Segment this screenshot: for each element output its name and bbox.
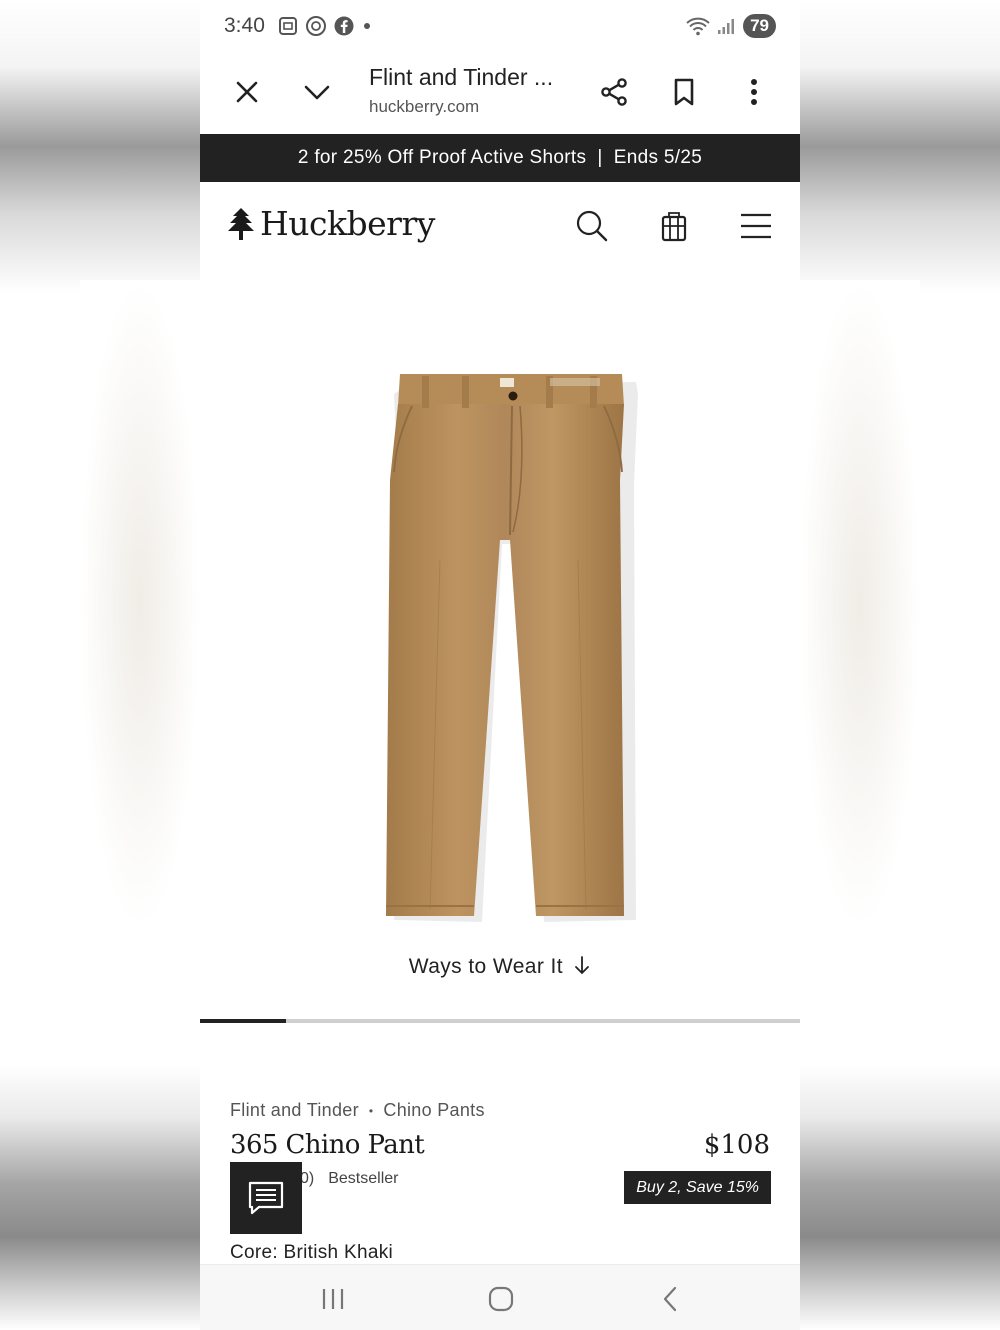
wifi-icon bbox=[686, 17, 710, 36]
site-header: Huckberry bbox=[200, 182, 800, 272]
chevron-down-icon bbox=[304, 85, 330, 100]
phone-screen: 3:40 79 Flint and Tinder ... huckberry.c… bbox=[200, 0, 800, 1330]
blurred-backdrop-right bbox=[800, 0, 1000, 1330]
rating-row: 0) Bestseller bbox=[300, 1170, 398, 1188]
status-bar: 3:40 79 bbox=[200, 0, 800, 52]
status-left-icons bbox=[277, 15, 373, 37]
pants-image bbox=[386, 374, 638, 922]
cart-icon bbox=[661, 212, 687, 242]
home-button[interactable] bbox=[481, 1283, 521, 1315]
threads-icon bbox=[305, 16, 326, 36]
tab-url: huckberry.com bbox=[369, 97, 480, 116]
review-count[interactable]: 0) bbox=[300, 1170, 314, 1188]
share-icon bbox=[601, 78, 627, 106]
status-right-icons: 79 bbox=[685, 14, 776, 38]
recent-apps-button[interactable] bbox=[313, 1283, 353, 1315]
bundle-promo-text: Buy 2, Save 15% bbox=[636, 1178, 759, 1196]
promo-text: 2 for 25% Off Proof Active Shorts | Ends… bbox=[297, 147, 703, 168]
close-tab-button[interactable] bbox=[225, 70, 269, 114]
category-link[interactable]: Chino Pants bbox=[383, 1100, 484, 1122]
status-time: 3:40 bbox=[224, 14, 265, 37]
screenshot-icon bbox=[278, 17, 297, 35]
chat-button[interactable] bbox=[230, 1162, 302, 1234]
bookmark-icon bbox=[674, 78, 694, 106]
close-icon bbox=[236, 81, 258, 103]
system-nav-bar bbox=[200, 1264, 800, 1330]
back-icon bbox=[663, 1286, 677, 1312]
bookmark-button[interactable] bbox=[662, 70, 706, 114]
site-logo[interactable]: Huckberry bbox=[228, 204, 435, 243]
breadcrumb-separator: • bbox=[368, 1104, 374, 1118]
more-vert-icon bbox=[751, 79, 757, 105]
carousel-progress-indicator bbox=[200, 1019, 286, 1023]
logo-text: Huckberry bbox=[260, 204, 435, 243]
back-button[interactable] bbox=[650, 1283, 690, 1315]
selected-color-label: Core: British Khaki bbox=[230, 1242, 394, 1263]
product-image[interactable] bbox=[350, 360, 650, 930]
search-icon bbox=[576, 210, 608, 242]
recent-apps-icon bbox=[322, 1289, 344, 1309]
bestseller-badge: Bestseller bbox=[328, 1170, 399, 1187]
arrow-down-icon bbox=[575, 956, 590, 975]
menu-icon bbox=[741, 213, 771, 239]
dot-icon bbox=[363, 23, 370, 29]
search-button[interactable] bbox=[574, 208, 610, 244]
ways-to-wear-label: Ways to Wear It bbox=[408, 955, 563, 978]
bundle-promo-badge: Buy 2, Save 15% bbox=[624, 1171, 771, 1204]
minimize-button[interactable] bbox=[295, 70, 339, 114]
signal-icon bbox=[718, 19, 735, 34]
battery-icon: 79 bbox=[743, 14, 776, 38]
brand-link[interactable]: Flint and Tinder bbox=[230, 1100, 359, 1122]
tab-title: Flint and Tinder ... bbox=[369, 64, 554, 90]
promo-banner[interactable]: 2 for 25% Off Proof Active Shorts | Ends… bbox=[200, 134, 800, 182]
breadcrumb: Flint and Tinder • Chino Pants bbox=[230, 1100, 485, 1122]
ways-to-wear-link[interactable]: Ways to Wear It bbox=[200, 955, 800, 979]
tree-logo-icon bbox=[228, 207, 254, 240]
facebook-icon bbox=[334, 16, 354, 36]
menu-button[interactable] bbox=[738, 208, 774, 244]
blurred-backdrop-left bbox=[0, 0, 200, 1330]
share-button[interactable] bbox=[592, 70, 636, 114]
image-carousel-progress[interactable] bbox=[200, 1019, 800, 1023]
tab-info[interactable]: Flint and Tinder ... huckberry.com bbox=[369, 64, 553, 117]
more-options-button[interactable] bbox=[732, 70, 776, 114]
chat-icon bbox=[248, 1181, 284, 1215]
browser-toolbar: Flint and Tinder ... huckberry.com bbox=[200, 52, 800, 134]
product-price: $108 bbox=[703, 1130, 770, 1160]
product-title: 365 Chino Pant bbox=[230, 1130, 425, 1160]
home-icon bbox=[488, 1286, 514, 1312]
cart-button[interactable] bbox=[656, 208, 692, 244]
